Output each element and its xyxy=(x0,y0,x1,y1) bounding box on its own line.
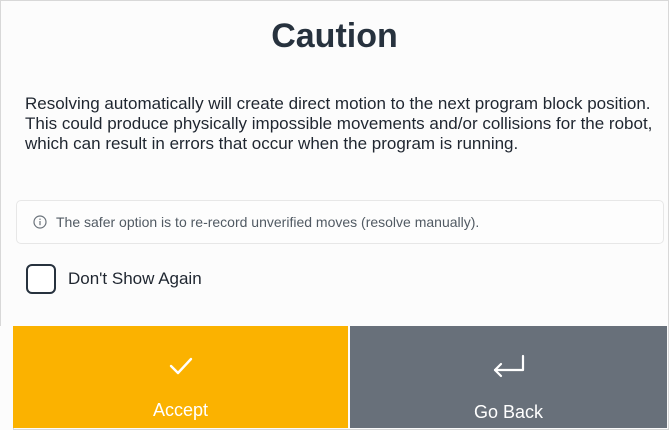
dont-show-again-option[interactable]: Don't Show Again xyxy=(26,264,202,294)
dialog-title: Caution xyxy=(271,17,398,55)
dialog-edge xyxy=(0,326,14,430)
accept-button[interactable]: Accept xyxy=(13,326,348,428)
accept-label: Accept xyxy=(152,400,209,420)
return-arrow-icon xyxy=(493,354,524,378)
info-banner: The safer option is to re-record unverif… xyxy=(16,200,664,244)
dont-show-again-label: Don't Show Again xyxy=(68,269,202,288)
info-text: The safer option is to re-record unverif… xyxy=(56,214,480,230)
dont-show-again-checkbox[interactable] xyxy=(26,264,56,294)
go-back-button[interactable]: Go Back xyxy=(350,326,667,428)
go-back-label: Go Back xyxy=(473,402,544,422)
info-icon xyxy=(33,215,47,229)
checkmark-icon xyxy=(169,357,192,375)
dialog-message: Resolving automatically will create dire… xyxy=(25,94,653,153)
